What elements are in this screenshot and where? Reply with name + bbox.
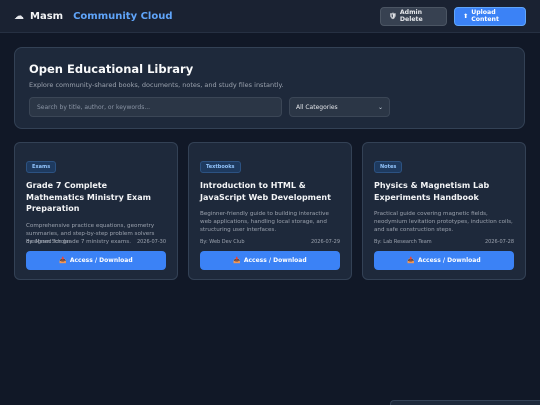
download-icon: 📥	[407, 257, 415, 264]
filters: All Categories ⌄	[29, 97, 510, 117]
page-subtitle: Explore community-shared books, document…	[29, 81, 284, 89]
page-title: Open Educational Library	[29, 62, 194, 76]
resource-card: Exams Grade 7 Complete Mathematics Minis…	[14, 142, 178, 280]
category-select-value: All Categories	[296, 103, 338, 111]
access-download-button[interactable]: 📥 Access / Download	[26, 251, 166, 270]
library-hero: Open Educational Library Explore communi…	[14, 47, 525, 129]
card-date: 2026-07-28	[484, 239, 514, 245]
card-meta: By: Lab Research Team 2026-07-28	[374, 239, 514, 245]
access-download-button[interactable]: 📥 Access / Download	[200, 251, 340, 270]
upload-content-button[interactable]: ⬆ Upload Content	[454, 6, 526, 26]
brand[interactable]: ☁ Masm Community Cloud	[14, 11, 173, 22]
upload-icon: ⬆	[463, 12, 469, 20]
cloud-icon: ☁	[14, 10, 24, 22]
card-description: Beginner-friendly guide to building inte…	[200, 211, 329, 233]
card-title: Physics & Magnetism Lab Experiments Hand…	[374, 181, 490, 202]
header-actions: 🛡 Admin Delete ⬆ Upload Content	[380, 6, 526, 26]
category-badge: Notes	[374, 161, 403, 173]
category-badge: Exams	[26, 161, 57, 173]
bottom-right-panel-edge	[390, 400, 540, 405]
brand-subtitle: Community Cloud	[73, 10, 173, 22]
chevron-down-icon: ⌄	[377, 103, 383, 111]
resource-cards: Exams Grade 7 Complete Mathematics Minis…	[14, 142, 526, 280]
card-title: Grade 7 Complete Mathematics Ministry Ex…	[26, 181, 151, 213]
card-meta: By: Masm Scholar 2026-07-30	[26, 239, 166, 245]
search-input[interactable]	[29, 97, 282, 117]
upload-content-label: Upload Content	[471, 9, 499, 23]
card-date: 2026-07-29	[310, 239, 340, 245]
admin-delete-label: Admin Delete	[399, 9, 423, 23]
category-badge: Textbooks	[200, 161, 241, 173]
access-download-label: Access / Download	[69, 257, 133, 264]
card-author: By: Lab Research Team	[374, 239, 432, 245]
card-author: By: Masm Scholar	[26, 239, 71, 245]
access-download-button[interactable]: 📥 Access / Download	[374, 251, 514, 270]
category-select[interactable]: All Categories ⌄	[289, 97, 390, 117]
admin-delete-button[interactable]: 🛡 Admin Delete	[380, 6, 447, 26]
resource-card: Notes Physics & Magnetism Lab Experiment…	[362, 142, 526, 280]
resource-card: Textbooks Introduction to HTML & JavaScr…	[188, 142, 352, 280]
card-author: By: Web Dev Club	[200, 239, 245, 245]
card-date: 2026-07-30	[136, 239, 166, 245]
download-icon: 📥	[59, 257, 67, 264]
card-title: Introduction to HTML & JavaScript Web De…	[200, 181, 331, 202]
top-bar: ☁ Masm Community Cloud 🛡 Admin Delete ⬆ …	[0, 0, 540, 33]
brand-name: Masm	[30, 10, 64, 22]
shield-icon: 🛡	[389, 13, 397, 20]
download-icon: 📥	[233, 257, 241, 264]
access-download-label: Access / Download	[417, 257, 481, 264]
card-description: Practical guide covering magnetic fields…	[374, 211, 513, 233]
access-download-label: Access / Download	[243, 257, 307, 264]
card-meta: By: Web Dev Club 2026-07-29	[200, 239, 340, 245]
